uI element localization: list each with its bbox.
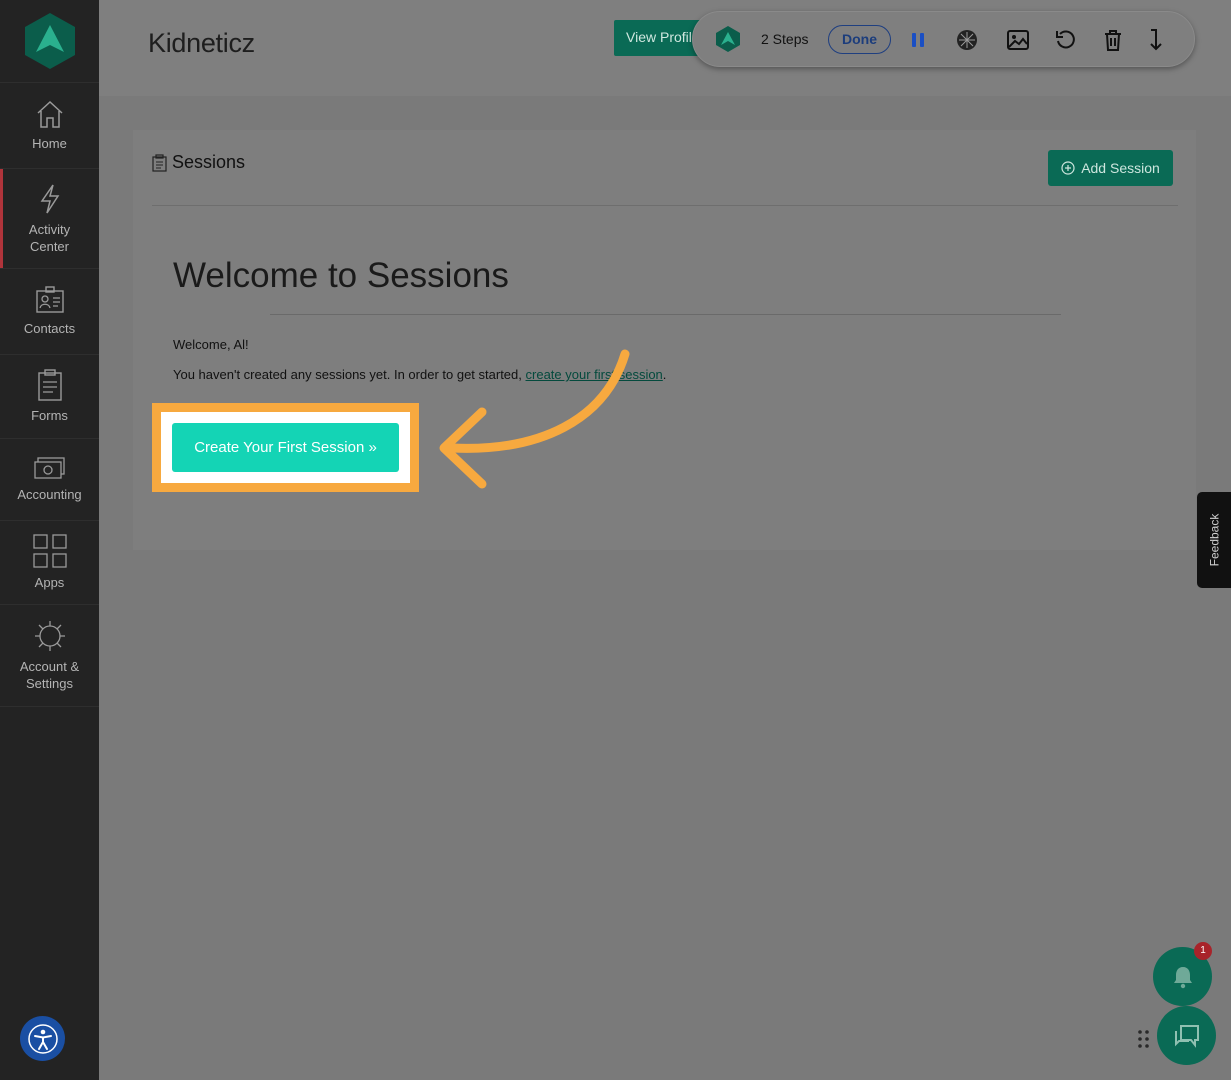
bell-icon bbox=[1173, 966, 1192, 988]
welcome-heading: Welcome to Sessions bbox=[173, 256, 509, 295]
sidebar-item-label: Contacts bbox=[23, 321, 76, 336]
clipboard-icon bbox=[152, 153, 167, 172]
sidebar-item-contacts[interactable]: Contacts bbox=[0, 269, 99, 355]
page-title: Kidneticz bbox=[148, 28, 255, 58]
create-first-session-button[interactable]: Create Your First Session » bbox=[172, 423, 399, 472]
pause-icon[interactable] bbox=[906, 28, 930, 52]
intro-suffix: . bbox=[662, 367, 667, 382]
image-icon[interactable] bbox=[1006, 28, 1030, 52]
divider bbox=[270, 314, 1061, 315]
sidebar-item-apps[interactable]: Apps bbox=[0, 521, 99, 605]
recorder-logo-icon bbox=[716, 26, 740, 52]
blur-icon[interactable] bbox=[955, 28, 979, 52]
annotation-arrow-icon bbox=[439, 349, 630, 489]
notification-badge: 1 bbox=[1194, 942, 1212, 960]
apps-grid-icon bbox=[32, 534, 67, 568]
logo-icon bbox=[24, 13, 75, 69]
clipboard-icon bbox=[37, 369, 62, 401]
sidebar-item-account-settings[interactable]: Account & Settings bbox=[0, 605, 99, 707]
feedback-tab[interactable]: Feedback bbox=[1197, 492, 1231, 588]
steps-count: 2 Steps bbox=[761, 31, 809, 47]
sidebar-item-label: Home bbox=[32, 136, 67, 151]
panel-title: Sessions bbox=[172, 152, 246, 172]
sidebar-item-accounting[interactable]: Accounting bbox=[0, 439, 99, 521]
recorder-toolbar: 2 Steps Done bbox=[692, 11, 1195, 67]
chat-icon bbox=[1174, 1024, 1199, 1048]
sidebar-item-home[interactable]: Home bbox=[0, 83, 99, 169]
sidebar-item-label: Accounting bbox=[17, 487, 82, 502]
chat-button[interactable] bbox=[1157, 1006, 1216, 1065]
plus-circle-icon bbox=[1061, 161, 1075, 175]
add-session-label: Add Session bbox=[1081, 160, 1160, 176]
accessibility-icon bbox=[27, 1023, 58, 1054]
sidebar-item-label: Account & Settings bbox=[19, 658, 80, 691]
lightning-icon bbox=[40, 184, 59, 213]
sidebar-item-forms[interactable]: Forms bbox=[0, 355, 99, 439]
drag-handle-icon[interactable] bbox=[1138, 1029, 1150, 1049]
divider bbox=[152, 205, 1178, 206]
feedback-label: Feedback bbox=[1207, 513, 1222, 567]
contact-card-icon bbox=[35, 286, 64, 313]
app-logo[interactable] bbox=[0, 0, 99, 83]
panel-heading: Sessions bbox=[152, 152, 245, 173]
trash-icon[interactable] bbox=[1101, 28, 1125, 52]
step-down-icon[interactable] bbox=[1145, 28, 1169, 52]
sidebar-item-label: Apps bbox=[34, 575, 65, 590]
done-button[interactable]: Done bbox=[828, 25, 891, 54]
undo-icon[interactable] bbox=[1054, 28, 1078, 52]
gear-icon bbox=[34, 620, 65, 651]
home-icon bbox=[36, 100, 63, 128]
money-icon bbox=[33, 457, 65, 479]
sidebar: Home Activity Center Contacts Forms Acco… bbox=[0, 0, 99, 1080]
sidebar-item-label: Forms bbox=[31, 408, 68, 423]
greeting-text: Welcome, Al! bbox=[173, 337, 249, 352]
sidebar-item-activity-center[interactable]: Activity Center bbox=[0, 169, 99, 269]
add-session-button[interactable]: Add Session bbox=[1048, 150, 1173, 186]
accessibility-button[interactable] bbox=[20, 1016, 65, 1061]
sidebar-item-label: Activity Center bbox=[28, 221, 71, 254]
